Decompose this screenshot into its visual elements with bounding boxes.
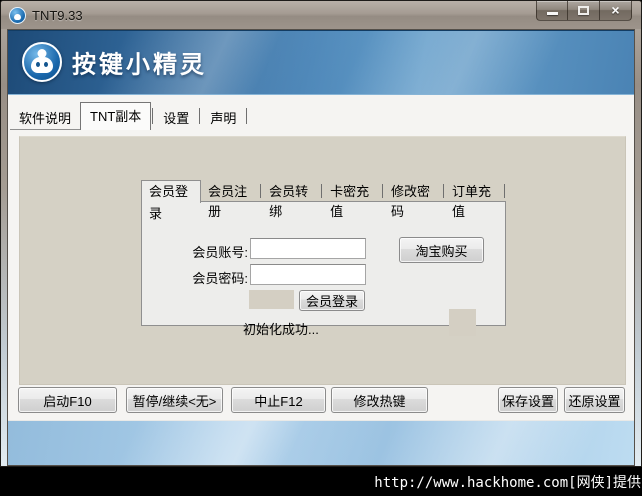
indicator-box: [449, 309, 476, 336]
member-tab-group: 会员登录 会员注册 会员转绑 卡密充值 修改密码 订单充值 会员账号: 淘宝购买: [141, 179, 506, 326]
password-input[interactable]: [250, 264, 366, 285]
minimize-button[interactable]: [536, 1, 568, 21]
brand-title: 按键小精灵: [72, 45, 207, 80]
tab-member-register[interactable]: 会员注册: [201, 182, 259, 202]
tab-member-login[interactable]: 会员登录: [141, 180, 201, 203]
brand-logo-icon: [22, 42, 62, 82]
footer-band: [8, 420, 634, 465]
app-icon: [9, 7, 26, 24]
tab-tnt-copy[interactable]: TNT副本: [80, 102, 151, 130]
window-title: TNT9.33: [32, 8, 83, 23]
brand-header: 按键小精灵: [8, 30, 634, 95]
tab-separator: [382, 184, 383, 198]
tab-statement[interactable]: 声明: [201, 107, 245, 130]
start-button[interactable]: 启动F10: [18, 387, 117, 413]
tab-separator: [152, 108, 153, 124]
save-settings-button[interactable]: 保存设置: [498, 387, 558, 413]
stop-button[interactable]: 中止F12: [231, 387, 326, 413]
tab-separator: [443, 184, 444, 198]
restore-settings-button[interactable]: 还原设置: [564, 387, 625, 413]
tab-separator: [199, 108, 200, 124]
titlebar[interactable]: TNT9.33 ×: [1, 1, 641, 29]
tab-separator: [504, 184, 505, 198]
tab-settings[interactable]: 设置: [154, 107, 198, 130]
window-content: 按键小精灵 软件说明 TNT副本 设置 声明 会员登录 会员注册: [7, 29, 635, 466]
close-icon: ×: [600, 2, 631, 18]
window-controls: ×: [536, 1, 632, 21]
maximize-icon: [578, 6, 589, 15]
main-body: 软件说明 TNT副本 设置 声明 会员登录 会员注册 会员转绑 卡密充值: [8, 95, 634, 420]
tab-member-rebind[interactable]: 会员转绑: [262, 182, 320, 202]
tab-change-password[interactable]: 修改密码: [384, 182, 442, 202]
tab-software-info[interactable]: 软件说明: [10, 107, 80, 130]
tab-order-recharge[interactable]: 订单充值: [445, 182, 503, 202]
tab-separator: [246, 108, 247, 124]
pause-resume-button[interactable]: 暂停/继续<无>: [126, 387, 223, 413]
taobao-buy-button[interactable]: 淘宝购买: [399, 237, 484, 263]
account-label: 会员账号:: [178, 242, 248, 261]
tab-separator: [321, 184, 322, 198]
init-status-text: 初始化成功...: [243, 319, 319, 338]
tab-separator: [260, 184, 261, 198]
credit-text: http://www.hackhome.com[网侠]提供: [374, 472, 642, 492]
maximize-button[interactable]: [568, 1, 600, 21]
member-tab-strip: 会员登录 会员注册 会员转绑 卡密充值 修改密码 订单充值: [141, 179, 506, 202]
tab-card-recharge[interactable]: 卡密充值: [323, 182, 381, 202]
member-login-button[interactable]: 会员登录: [299, 290, 365, 311]
credit-bar: http://www.hackhome.com[网侠]提供: [0, 467, 642, 496]
account-input[interactable]: [250, 238, 366, 259]
main-tab-strip: 软件说明 TNT副本 设置 声明: [10, 102, 248, 130]
captcha-box: [249, 290, 294, 309]
close-button[interactable]: ×: [600, 1, 632, 21]
app-window: TNT9.33 × 按键小精灵 软件说明: [0, 0, 642, 467]
minimize-icon: [547, 12, 558, 15]
password-label: 会员密码:: [178, 268, 248, 287]
modify-hotkey-button[interactable]: 修改热键: [331, 387, 428, 413]
